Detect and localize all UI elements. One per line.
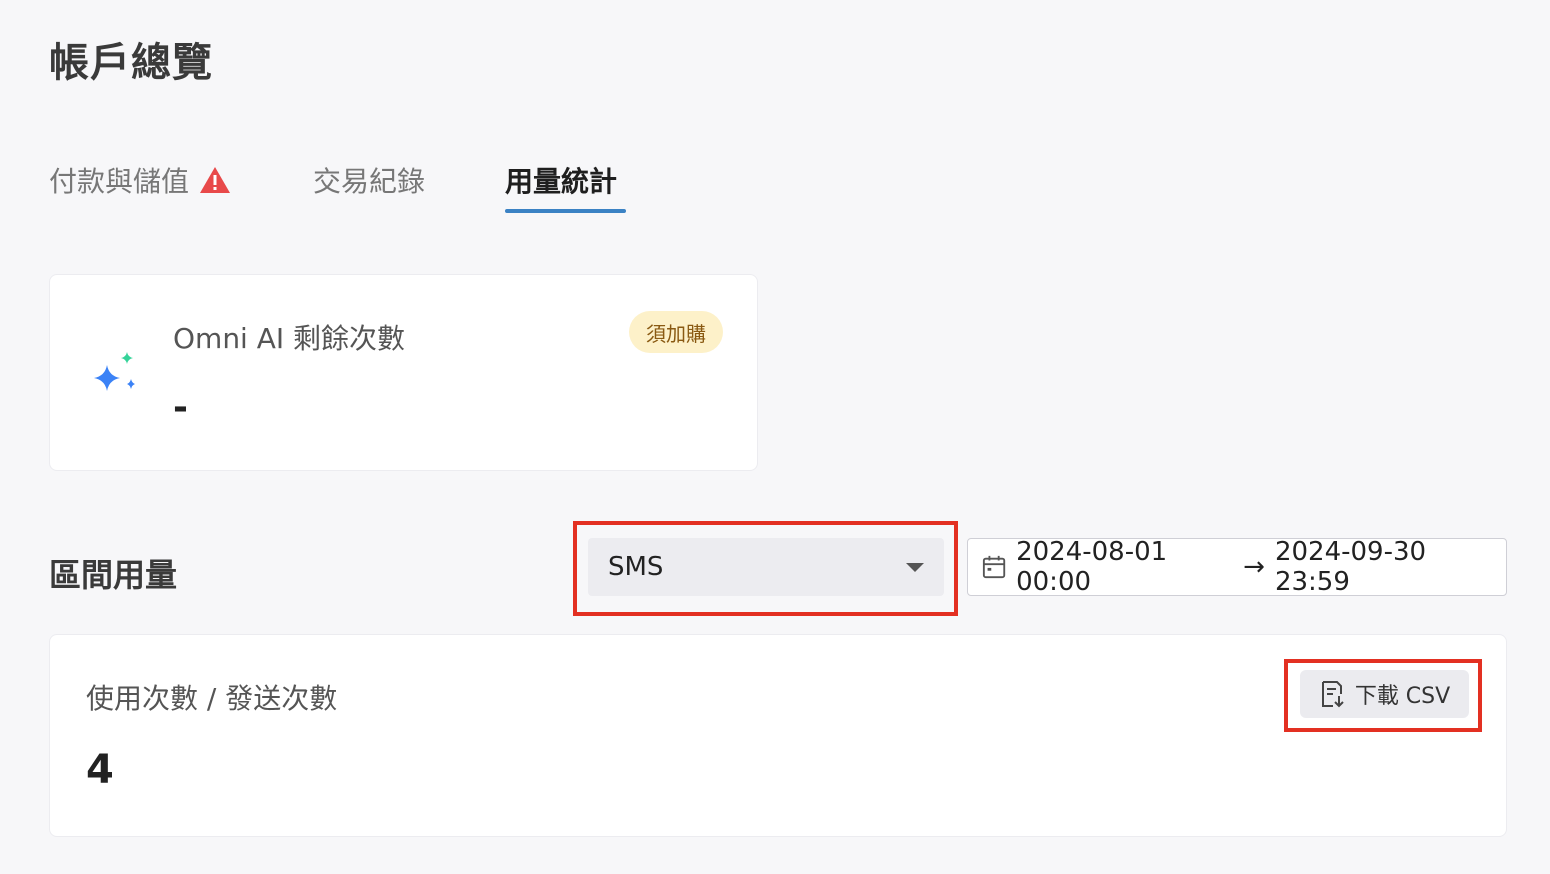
ai-card-value: - (173, 387, 188, 428)
active-tab-indicator (505, 209, 626, 213)
download-csv-button[interactable]: 下載 CSV (1300, 670, 1469, 718)
tab-bar: 付款與儲值 交易紀錄 用量統計 (49, 160, 749, 218)
date-start: 2024-08-01 00:00 (1016, 537, 1168, 597)
page-title: 帳戶總覽 (49, 40, 213, 86)
usage-value: 4 (86, 747, 114, 793)
download-csv-label: 下載 CSV (1354, 684, 1451, 709)
date-range-picker[interactable]: 2024-08-01 00:00 → 2024-09-30 23:59 (967, 537, 1507, 597)
download-file-icon (1321, 681, 1344, 708)
purchase-required-badge[interactable]: 須加購 (629, 311, 723, 353)
tab-transactions-label: 交易紀錄 (313, 165, 426, 198)
ai-card-title: Omni AI 剩餘次數 (173, 322, 406, 355)
channel-select[interactable]: SMS (588, 538, 944, 596)
interval-usage-title: 區間用量 (49, 556, 178, 594)
calendar-icon (982, 555, 1006, 579)
usage-label: 使用次數 / 發送次數 (86, 682, 338, 715)
chevron-down-icon (906, 562, 924, 572)
warning-icon (200, 167, 231, 193)
tab-payment[interactable]: 付款與儲值 (49, 160, 231, 216)
omni-ai-card: Omni AI 剩餘次數 - 須加購 (49, 274, 758, 471)
sparkle-icon (94, 352, 135, 391)
tab-payment-label: 付款與儲值 (49, 165, 190, 198)
channel-select-value: SMS (608, 552, 664, 582)
date-range-arrow: → (1243, 552, 1265, 582)
tab-usage-label: 用量統計 (505, 165, 618, 198)
tab-transactions[interactable]: 交易紀錄 (313, 160, 425, 216)
date-end: 2024-09-30 23:59 (1274, 537, 1427, 597)
tab-usage[interactable]: 用量統計 (505, 160, 617, 216)
